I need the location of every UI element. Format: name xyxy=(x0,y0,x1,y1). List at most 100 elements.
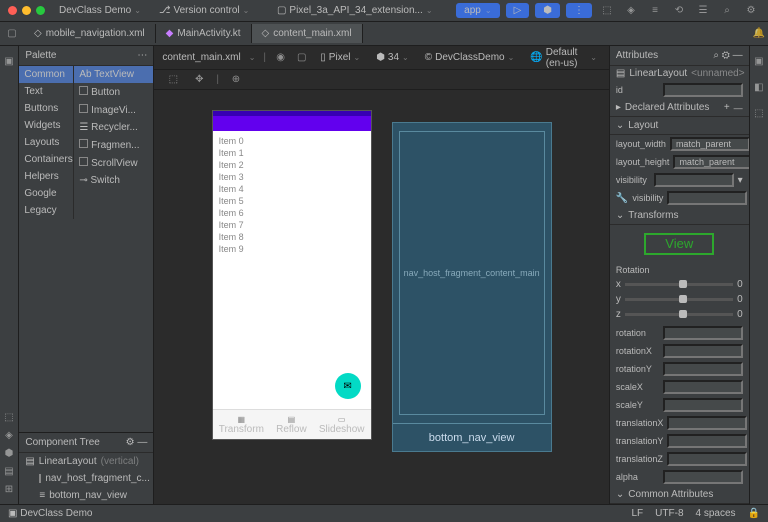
toolbar-icon-5[interactable]: ☰ xyxy=(694,2,712,20)
zoom-icon[interactable]: ⊕ xyxy=(227,71,245,89)
list-icon: ☰ xyxy=(79,122,88,133)
pan-icon[interactable]: ✥ xyxy=(190,71,208,89)
palette-cat[interactable]: Text xyxy=(19,83,73,100)
blueprint-main[interactable]: nav_host_fragment_content_main xyxy=(399,131,545,415)
palette-cat[interactable]: Layouts xyxy=(19,134,73,151)
encoding[interactable]: UTF-8 xyxy=(655,508,683,519)
terminal-icon[interactable]: ▤ xyxy=(0,462,18,480)
visibility-input[interactable] xyxy=(654,173,734,187)
debug-button[interactable]: ⬢ xyxy=(535,3,560,18)
more-button[interactable]: ⋮ xyxy=(566,3,592,18)
xml-icon: ◇ xyxy=(262,28,270,39)
list-item: Item 9 xyxy=(219,243,365,255)
gear-icon[interactable]: ⚙ xyxy=(722,50,730,61)
layout-section[interactable]: ⌄Layout xyxy=(610,117,749,135)
vcs-dropdown[interactable]: ⎇Version control⌄ xyxy=(155,5,253,16)
palette-item[interactable]: Button xyxy=(74,83,153,101)
search-icon[interactable]: ⌕ xyxy=(718,2,736,20)
project-label: DevClass Demo xyxy=(59,5,131,16)
rail-icon-3[interactable]: ⬢ xyxy=(0,444,18,462)
select-icon[interactable]: ⬚ xyxy=(164,71,182,89)
attr-input[interactable] xyxy=(667,452,747,466)
window-controls[interactable] xyxy=(8,6,45,15)
attrs-title: Attributes xyxy=(616,50,658,61)
id-input[interactable] xyxy=(663,83,743,97)
attr-input[interactable] xyxy=(667,434,747,448)
tree-item[interactable]: ≡bottom_nav_view xyxy=(19,487,153,504)
palette-item[interactable]: Fragmen... xyxy=(74,136,153,154)
palette-item[interactable]: ⊸ Switch xyxy=(74,172,153,189)
tab-mobile-navigation[interactable]: ◇mobile_navigation.xml xyxy=(24,24,156,43)
toolbar-icon-1[interactable]: ⬚ xyxy=(598,2,616,20)
rail-icon-1[interactable]: ⬚ xyxy=(0,408,18,426)
tools-visibility-input[interactable] xyxy=(667,191,747,205)
search-icon[interactable]: ⌕ xyxy=(713,50,719,61)
tab-content-main[interactable]: ◇content_main.xml xyxy=(252,24,363,43)
palette-cat[interactable]: Legacy xyxy=(19,202,73,219)
indent[interactable]: 4 spaces xyxy=(696,508,736,519)
palette-cat[interactable]: Buttons xyxy=(19,100,73,117)
common-section[interactable]: ⌄Common Attributes xyxy=(610,486,749,504)
tree-root[interactable]: ▤LinearLayout (vertical) xyxy=(19,453,153,470)
palette-item[interactable]: ScrollView xyxy=(74,154,153,172)
palette-item[interactable]: ImageVi... xyxy=(74,101,153,119)
rail-icon-2[interactable]: ◈ xyxy=(0,426,18,444)
design-mode-icon[interactable]: ◉ xyxy=(274,49,287,67)
attr-input[interactable] xyxy=(663,380,743,394)
attr-input[interactable] xyxy=(663,344,743,358)
right-rail-icon[interactable]: ◧ xyxy=(750,78,768,96)
layout-height-input[interactable] xyxy=(673,155,748,169)
run-config-dropdown[interactable]: app⌄ xyxy=(456,3,499,18)
right-rail-icon[interactable]: ▣ xyxy=(750,52,768,70)
folder-icon[interactable]: ▣ xyxy=(0,52,18,70)
blueprint-bottom[interactable]: bottom_nav_view xyxy=(393,423,551,451)
palette-menu[interactable]: ⋯ xyxy=(137,50,147,61)
y-slider[interactable] xyxy=(625,298,733,301)
attr-input[interactable] xyxy=(663,362,743,376)
gear-icon[interactable]: ⚙ — xyxy=(126,437,148,448)
palette-cat[interactable]: Containers xyxy=(19,151,73,168)
project-dropdown[interactable]: DevClass Demo⌄ xyxy=(55,5,145,16)
dropdown-icon[interactable]: ▾ xyxy=(738,175,743,186)
design-preview[interactable]: Item 0 Item 1 Item 2 Item 3 Item 4 Item … xyxy=(212,110,372,440)
theme-pill[interactable]: ©DevClassDemo⌄ xyxy=(421,51,519,64)
toolbar-icon-2[interactable]: ◈ xyxy=(622,2,640,20)
layout-width-input[interactable] xyxy=(670,137,749,151)
tree-item[interactable]: nav_host_fragment_c... xyxy=(19,470,153,487)
lock-icon[interactable]: 🔒 xyxy=(748,508,760,519)
locale-pill[interactable]: 🌐Default (en-us)⌄ xyxy=(526,46,601,70)
palette-cat[interactable]: Widgets xyxy=(19,117,73,134)
project-tool-icon[interactable]: ▢ xyxy=(0,25,24,43)
widget-icon xyxy=(79,157,88,166)
orientation-icon[interactable]: ▢ xyxy=(295,49,308,67)
palette-cat-common[interactable]: Common xyxy=(19,66,73,83)
toolbar-icon-3[interactable]: ≡ xyxy=(646,2,664,20)
rail-icon-4[interactable]: ⊞ xyxy=(0,480,18,498)
palette-item[interactable]: ☰ Recycler... xyxy=(74,119,153,136)
attr-input[interactable] xyxy=(663,326,743,340)
tab-mainactivity[interactable]: ◆MainActivity.kt xyxy=(156,24,252,43)
play-icon: ▷ xyxy=(514,5,522,16)
right-rail-icon[interactable]: ⬚ xyxy=(750,104,768,122)
z-slider[interactable] xyxy=(625,313,733,316)
transforms-section[interactable]: ⌄Transforms xyxy=(610,207,749,225)
gear-icon[interactable]: ⚙ xyxy=(742,2,760,20)
toolbar-icon-4[interactable]: ⟲ xyxy=(670,2,688,20)
palette-cat[interactable]: Helpers xyxy=(19,168,73,185)
attr-input[interactable] xyxy=(667,416,747,430)
palette-item-textview[interactable]: Ab TextView xyxy=(74,66,153,83)
declared-section[interactable]: ▸Declared Attributes+ — xyxy=(610,99,749,117)
attr-input[interactable] xyxy=(663,470,743,484)
device-selector[interactable]: ▢Pixel_3a_API_34_extension...⌄ xyxy=(273,5,437,16)
x-slider[interactable] xyxy=(625,283,733,286)
run-button[interactable]: ▷ xyxy=(506,3,530,18)
api-pill[interactable]: ⬢34⌄ xyxy=(372,51,413,64)
attr-input[interactable] xyxy=(663,398,743,412)
blueprint-preview[interactable]: nav_host_fragment_content_main bottom_na… xyxy=(392,122,552,452)
palette-cat[interactable]: Google xyxy=(19,185,73,202)
plus-icon[interactable]: + xyxy=(724,102,730,113)
widget-icon xyxy=(79,139,88,148)
device-pill[interactable]: ▯Pixel⌄ xyxy=(316,51,364,64)
notifications-icon[interactable]: 🔔 xyxy=(750,25,768,43)
line-sep[interactable]: LF xyxy=(632,508,644,519)
